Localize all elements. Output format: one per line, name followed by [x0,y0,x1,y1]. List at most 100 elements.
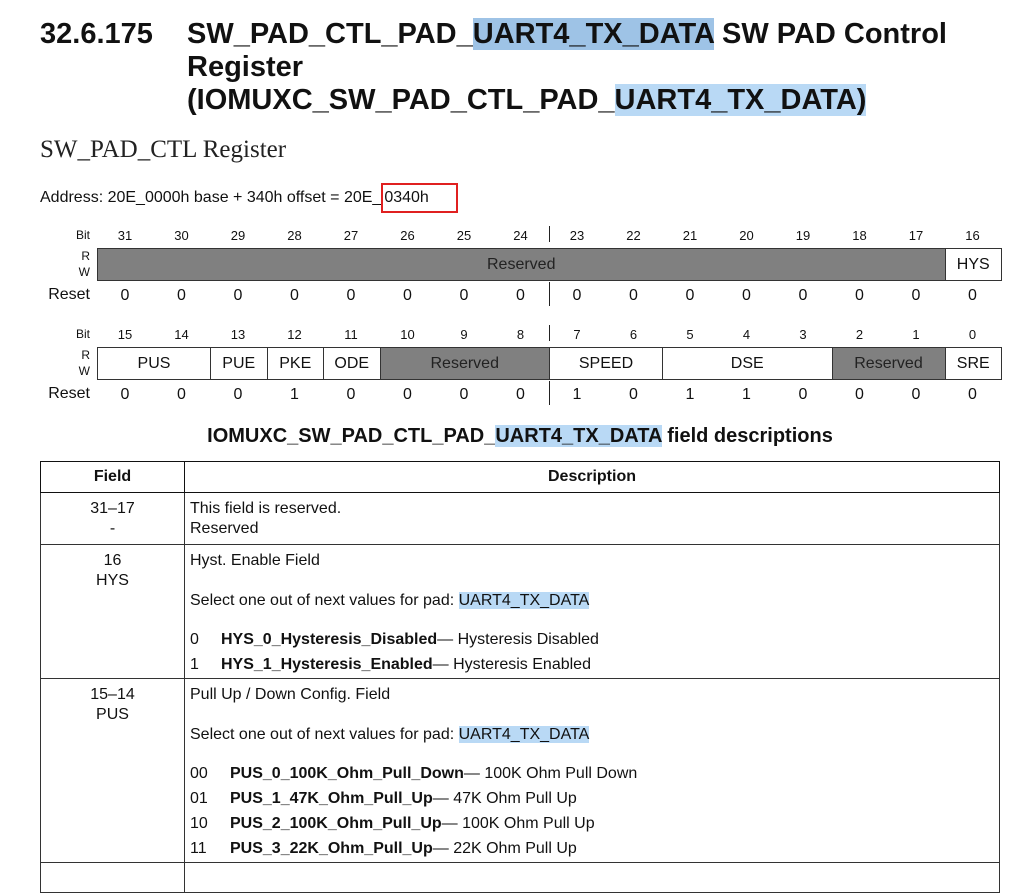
value-name: HYS_1_Hysteresis_Enabled [221,656,433,673]
reset-value: 0 [911,386,921,403]
description-text: Reserved [190,520,259,537]
reset-value: 0 [798,386,808,403]
reset-value: 0 [403,287,412,304]
value-description: — 47K Ohm Pull Up [432,790,577,807]
value-entry: 11 PUS_3_22K_Ohm_Pull_Up — 22K Ohm Pull U… [190,836,999,861]
description-text: This field is reserved. [190,500,342,517]
table-row: 16 HYS Hyst. Enable Field Select one out… [40,544,1000,679]
bit-number: 31 [117,228,133,243]
pad-name-highlight: UART4_TX_DATA [458,726,590,743]
register-diagram-lower: Bit 15 14 13 12 11 10 9 8 7 6 5 4 3 2 1 0 R W PUS PUE PKE ODE R… [40,325,1002,407]
reset-value: 0 [233,386,243,403]
description-text: Select one out of next values for pad: [190,726,459,743]
field-name: PUS [96,706,129,723]
value-name: PUS_0_100K_Ohm_Pull_Down [230,765,464,782]
field-cell: 31–17 - [40,492,185,545]
value-description: — Hysteresis Enabled [432,656,591,673]
column-header-field: Field [40,461,185,493]
description-text: Select one out of next values for pad: [190,592,459,609]
section-title-line-1: SW_PAD_CTL_PAD_UART4_TX_DATA SW PAD Cont… [187,18,1027,51]
register-field: PKE [266,347,324,380]
bit-number: 3 [799,327,807,342]
bit-number: 29 [230,228,246,243]
description-cell: Hyst. Enable Field Select one out of nex… [184,544,1000,679]
value-code: 00 [190,765,208,782]
bit-number: 10 [400,327,415,342]
bit-number: 28 [287,228,302,243]
value-code: 1 [190,656,199,673]
bit-number: 6 [629,327,638,342]
bit-number: 7 [573,327,581,342]
bit-number: 12 [287,327,302,342]
reset-value: 1 [742,386,751,403]
value-description: — 22K Ohm Pull Up [432,840,577,857]
field-cell [40,862,185,893]
description-cell: This field is reserved. Reserved [184,492,1000,545]
bit-number: 22 [626,228,641,243]
reset-value: 0 [855,287,864,304]
bit-number: 18 [852,228,867,243]
reset-value: 0 [968,287,977,304]
reset-value: 0 [346,287,356,304]
table-row: 31–17 - This field is reserved. Reserved [40,492,1000,545]
read-label: R [81,249,90,263]
register-subtitle: SW_PAD_CTL Register [40,136,287,163]
reset-value: 0 [629,287,638,304]
table-header-row: Field Description [40,461,1000,493]
value-name: PUS_2_100K_Ohm_Pull_Up [230,815,442,832]
field-cell: 16 HYS [40,544,185,679]
bit-number: 15 [117,327,133,342]
reset-value: 0 [290,287,299,304]
reserved-field: Reserved [831,347,946,380]
value-code: 11 [190,840,207,857]
reset-value: 0 [516,287,525,304]
value-description: — Hysteresis Disabled [437,631,599,648]
table-row [40,862,1000,893]
value-description: — 100K Ohm Pull Down [463,765,638,782]
bit-number: 13 [230,327,246,342]
field-name: HYS [96,572,129,589]
description-cell: Pull Up / Down Config. Field Select one … [184,678,1000,863]
byte-divider [549,282,550,306]
bit-number: 16 [965,228,980,243]
register-address: Address: 20E_0000h base + 340h offset = … [40,183,458,213]
title-text: (IOMUXC_SW_PAD_CTL_PAD_ [187,84,615,116]
value-code: 0 [190,631,199,648]
field-bits: 31–17 [90,500,135,517]
bit-number: 5 [686,327,694,342]
reset-value: 0 [855,386,864,403]
reset-value: 0 [911,287,921,304]
title-text: SW_PAD_CTL_PAD_ [187,18,473,50]
reset-value: 0 [177,287,186,304]
reset-value: 0 [685,287,695,304]
bit-number: 11 [344,327,358,342]
field-cell: 15–14 PUS [40,678,185,863]
value-entry: 00 PUS_0_100K_Ohm_Pull_Down — 100K Ohm Pu… [190,761,999,786]
bit-number: 9 [460,327,468,342]
value-name: PUS_3_22K_Ohm_Pull_Up [230,840,433,857]
field-descriptions-title: IOMUXC_SW_PAD_CTL_PAD_UART4_TX_DATA fiel… [40,425,1000,448]
reset-value: 0 [742,287,751,304]
bit-number: 19 [795,228,811,243]
bit-number: 24 [513,228,528,243]
table-row: 15–14 PUS Pull Up / Down Config. Field S… [40,678,1000,863]
title-highlight: UART4_TX_DATA [472,18,714,50]
reset-value: 0 [968,386,977,403]
reset-value: 1 [290,386,299,403]
reset-value: 0 [459,386,469,403]
bit-number: 30 [174,228,189,243]
register-field: PUE [210,347,268,380]
register-field: ODE [323,347,381,380]
table-title-highlight: UART4_TX_DATA [495,425,662,447]
reset-value: 1 [685,386,695,403]
bit-label: Bit [75,327,90,341]
register-field: DSE [662,347,833,380]
bit-number: 1 [912,327,920,342]
reset-value: 0 [403,386,412,403]
section-number: 32.6.175 [40,18,153,50]
field-descriptions-table: Field Description 31–17 - This field is … [40,461,1000,893]
select-line: Select one out of next values for pad: U… [190,591,999,611]
section-title-line-3: (IOMUXC_SW_PAD_CTL_PAD_UART4_TX_DATA) [187,84,1027,117]
description-text: Hyst. Enable Field [190,552,320,569]
select-line: Select one out of next values for pad: U… [190,725,999,745]
